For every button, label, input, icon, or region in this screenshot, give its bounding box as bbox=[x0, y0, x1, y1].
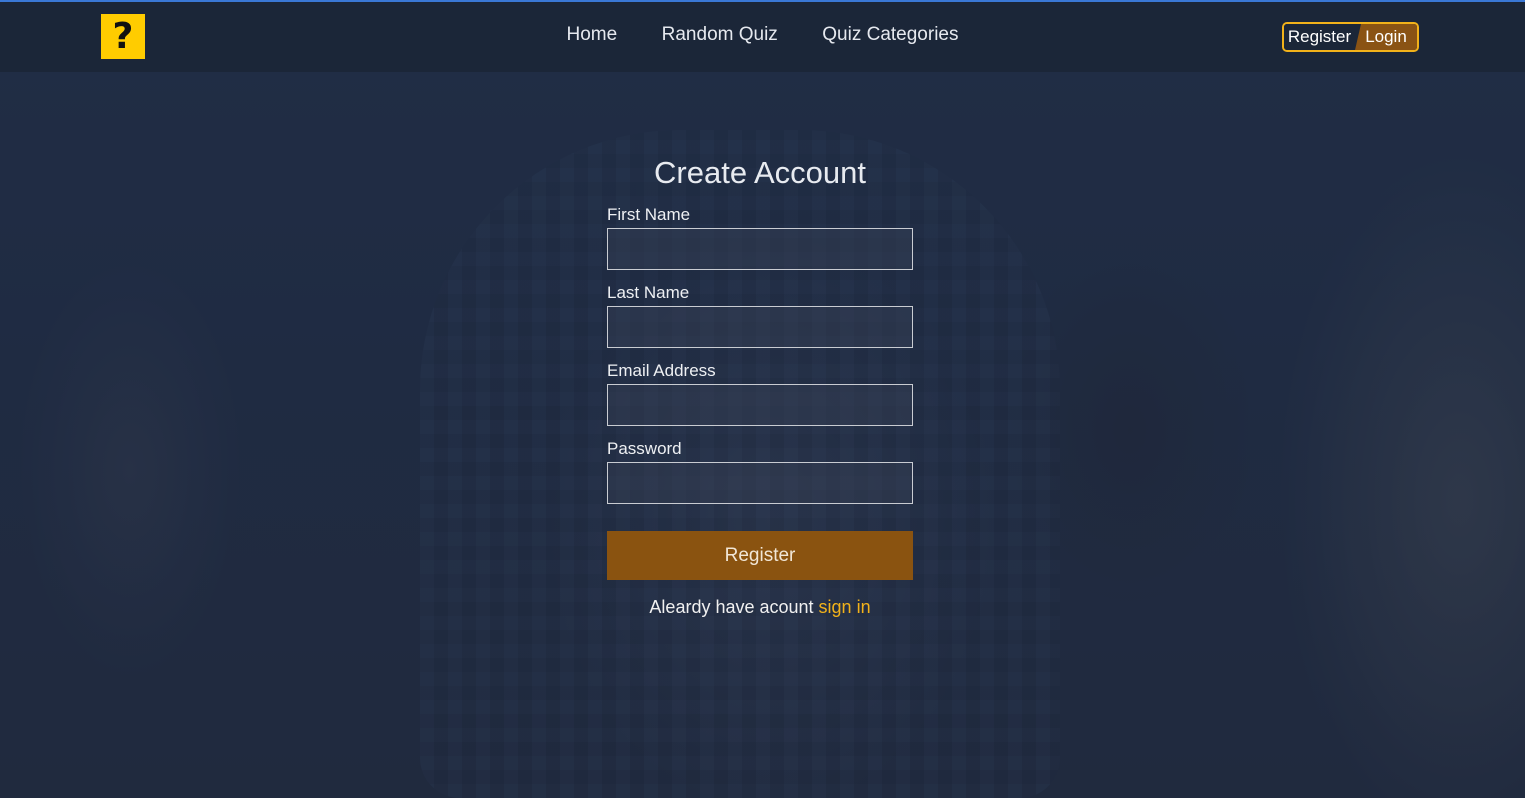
last-name-label: Last Name bbox=[607, 283, 690, 302]
nav-login-button[interactable]: Login bbox=[1355, 24, 1417, 50]
create-account-form: Create Account First Name Last Name Emai… bbox=[607, 155, 913, 618]
nav-link-random-quiz[interactable]: Random Quiz bbox=[662, 24, 778, 46]
signin-link[interactable]: sign in bbox=[819, 597, 871, 617]
register-submit-button[interactable]: Register bbox=[607, 531, 913, 580]
form-title: Create Account bbox=[654, 155, 866, 190]
auth-button-group: Register Login bbox=[1282, 22, 1419, 52]
navbar: ? Home Random Quiz Quiz Categories Regis… bbox=[0, 2, 1525, 72]
email-field[interactable] bbox=[607, 384, 913, 426]
nav-link-home[interactable]: Home bbox=[567, 24, 618, 46]
signin-prompt-line: Aleardy have acount sign in bbox=[607, 597, 913, 618]
email-label: Email Address bbox=[607, 361, 716, 380]
last-name-field[interactable] bbox=[607, 306, 913, 348]
first-name-label: First Name bbox=[607, 205, 691, 224]
nav-link-quiz-categories[interactable]: Quiz Categories bbox=[822, 24, 958, 46]
password-field[interactable] bbox=[607, 462, 913, 504]
first-name-field[interactable] bbox=[607, 228, 913, 270]
signin-prompt-text: Aleardy have acount bbox=[649, 597, 814, 617]
nav-register-button[interactable]: Register bbox=[1284, 24, 1355, 50]
password-label: Password bbox=[607, 439, 682, 458]
